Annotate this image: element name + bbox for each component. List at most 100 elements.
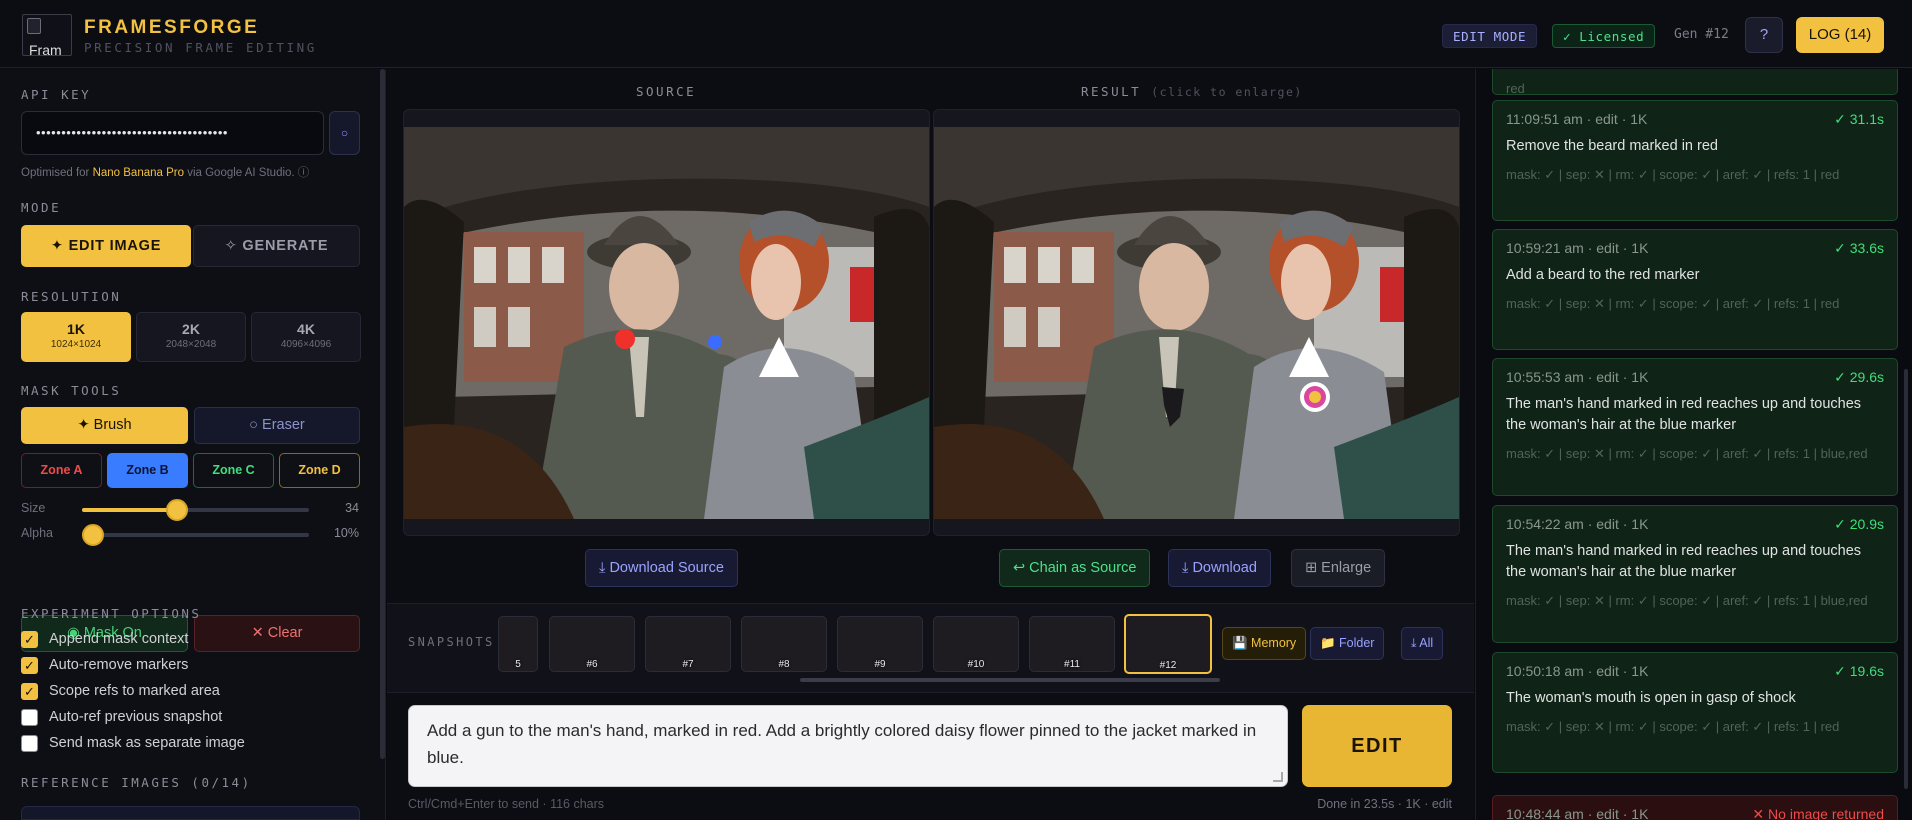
zone-a-button[interactable]: Zone A	[21, 453, 102, 488]
resolution-size: 1024×1024	[50, 339, 102, 350]
download-source-button[interactable]: ⤓ Download Source	[585, 549, 738, 587]
chain-as-source-button[interactable]: ↩ Chain as Source	[999, 549, 1151, 587]
log-entry[interactable]: 10:59:21 am · edit · 1K ✓ 33.6s Add a be…	[1492, 229, 1898, 350]
source-image-pane[interactable]	[403, 109, 930, 536]
log-message: Remove the beard marked in red	[1506, 138, 1718, 154]
log-duration: ✓ 31.1s	[1834, 111, 1884, 127]
resolution-size: 2048×2048	[165, 339, 217, 350]
sidebar-scrollbar[interactable]	[380, 69, 385, 759]
help-button[interactable]: ?	[1745, 17, 1783, 53]
edit-image-mode-button[interactable]: ✦ EDIT IMAGE	[21, 225, 191, 267]
enlarge-button[interactable]: ⊞ Enlarge	[1291, 549, 1386, 587]
snapshot-thumb[interactable]: #9	[837, 616, 923, 672]
log-entry-error[interactable]: 10:48:44 am · edit · 1K ✕ No image retur…	[1492, 795, 1898, 820]
snapshot-thumb[interactable]: #11	[1029, 616, 1115, 672]
reference-images-dropzone[interactable]	[21, 806, 360, 820]
snapshot-number: #8	[778, 659, 790, 670]
checkbox[interactable]	[21, 735, 38, 752]
checkbox[interactable]: ✓	[21, 657, 38, 674]
folder-button[interactable]: 📁 Folder	[1310, 627, 1385, 660]
snapshots-label: SNAPSHOTS	[408, 635, 495, 649]
checkbox[interactable]: ✓	[21, 683, 38, 700]
snapshot-thumb[interactable]: #7	[645, 616, 731, 672]
resolution-name: 4K	[297, 321, 315, 337]
snapshot-number: #6	[586, 659, 598, 670]
zone-d-button[interactable]: Zone D	[279, 453, 360, 488]
app-header: Fram FRAMESFORGE PRECISION FRAME EDITING…	[0, 0, 1912, 68]
brush-tool-button[interactable]: ✦ Brush	[21, 407, 188, 444]
snapshot-number: #12	[1159, 660, 1177, 671]
result-label-text: RESULT	[1081, 84, 1142, 99]
settings-sidebar: API KEY ••••••••••••••••••••••••••••••••…	[0, 69, 386, 820]
log-entry[interactable]: red	[1492, 69, 1898, 96]
log-duration: ✓ 29.6s	[1834, 369, 1884, 385]
model-note-suffix: via Google AI Studio. ⓘ	[184, 167, 310, 179]
snapshot-thumb[interactable]: #10	[933, 616, 1019, 672]
result-label: RESULT (click to enlarge)	[1081, 84, 1303, 99]
resize-grip-icon[interactable]	[1273, 772, 1283, 782]
log-duration: ✓ 20.9s	[1834, 516, 1884, 532]
checkbox[interactable]: ✓	[21, 631, 38, 648]
clear-mask-button[interactable]: ✕ Clear	[194, 615, 360, 652]
log-entry[interactable]: 10:55:53 am · edit · 1K ✓ 29.6s The man'…	[1492, 358, 1898, 496]
zone-c-button[interactable]: Zone C	[193, 453, 274, 488]
result-image[interactable]	[934, 127, 1459, 519]
experiment-options-label: EXPERIMENT OPTIONS	[21, 606, 202, 621]
checkbox[interactable]	[21, 709, 38, 726]
reference-images-label: REFERENCE IMAGES (0/14)	[21, 775, 252, 790]
broken-image-icon	[27, 18, 41, 34]
size-slider[interactable]	[82, 499, 309, 521]
log-button[interactable]: LOG (14)	[1796, 17, 1884, 53]
snapshot-number: #11	[1064, 659, 1080, 670]
source-image[interactable]	[404, 127, 929, 519]
log-detail: mask: ✓ | sep: ✕ | rm: ✓ | scope: ✓ | ar…	[1506, 296, 1840, 311]
alpha-slider[interactable]	[82, 524, 309, 546]
resolution-4k-button[interactable]: 4K 4096×4096	[251, 312, 361, 362]
snapshot-thumb[interactable]: 5	[498, 616, 538, 672]
alpha-value: 10%	[333, 526, 359, 540]
workspace: SOURCE RESULT (click to enlarge) ⤓ Downl…	[387, 69, 1474, 820]
snapshot-number: #9	[874, 659, 886, 670]
mask-tools-label: MASK TOOLS	[21, 383, 122, 398]
log-duration: ✓ 33.6s	[1834, 240, 1884, 256]
api-key-label: API KEY	[21, 87, 92, 102]
size-slider-thumb[interactable]	[166, 499, 189, 521]
download-button[interactable]: ⤓ Download	[1168, 549, 1271, 587]
toggle-visibility-icon[interactable]: ○	[329, 111, 360, 155]
edit-mode-badge: EDIT MODE	[1442, 24, 1538, 48]
download-all-button[interactable]: ⤓ All	[1401, 627, 1444, 660]
snapshots-scrollbar[interactable]	[800, 678, 1220, 682]
snapshot-thumb[interactable]: #8	[741, 616, 827, 672]
resolution-1k-button[interactable]: 1K 1024×1024	[21, 312, 131, 362]
prompt-textarea[interactable]: Add a gun to the man's hand, marked in r…	[408, 705, 1288, 787]
logo-alt-text: Fram	[29, 42, 62, 56]
generate-mode-button[interactable]: ✧ GENERATE	[193, 225, 360, 267]
zone-b-button[interactable]: Zone B	[107, 453, 188, 488]
log-meta: 10:59:21 am · edit · 1K	[1506, 240, 1649, 256]
log-meta: 10:55:53 am · edit · 1K	[1506, 369, 1649, 385]
memory-button[interactable]: 💾 Memory	[1222, 627, 1307, 660]
log-message: Add a beard to the red marker	[1506, 267, 1700, 283]
snapshot-number: #10	[967, 659, 985, 670]
log-detail: mask: ✓ | sep: ✕ | rm: ✓ | scope: ✓ | ar…	[1506, 719, 1840, 734]
log-entry[interactable]: 10:50:18 am · edit · 1K ✓ 19.6s The woma…	[1492, 652, 1898, 773]
resolution-2k-button[interactable]: 2K 2048×2048	[136, 312, 246, 362]
resolution-label: RESOLUTION	[21, 289, 122, 304]
snapshot-thumb-selected[interactable]: #12	[1124, 614, 1212, 674]
log-scrollbar[interactable]	[1904, 369, 1908, 789]
shortcut-hint: Ctrl/Cmd+Enter to send · 116 chars	[408, 797, 605, 811]
log-panel: red 11:09:51 am · edit · 1K ✓ 31.1s Remo…	[1475, 69, 1912, 820]
alpha-label: Alpha	[21, 526, 53, 540]
snapshot-thumb[interactable]: #6	[549, 616, 635, 672]
log-entry[interactable]: 10:54:22 am · edit · 1K ✓ 20.9s The man'…	[1492, 505, 1898, 643]
api-key-input[interactable]: ••••••••••••••••••••••••••••••••••••••	[21, 111, 324, 155]
result-image-pane[interactable]	[933, 109, 1460, 536]
logo-image: Fram	[22, 14, 72, 56]
alpha-slider-thumb[interactable]	[82, 524, 105, 546]
edit-submit-button[interactable]: EDIT	[1302, 705, 1452, 787]
log-error-status: ✕ No image returned	[1752, 806, 1884, 820]
log-message: The man's hand marked in red reaches up …	[1506, 396, 1862, 433]
eraser-tool-button[interactable]: ○ Eraser	[194, 407, 360, 444]
log-detail: red	[1506, 81, 1525, 96]
log-entry[interactable]: 11:09:51 am · edit · 1K ✓ 31.1s Remove t…	[1492, 100, 1898, 221]
